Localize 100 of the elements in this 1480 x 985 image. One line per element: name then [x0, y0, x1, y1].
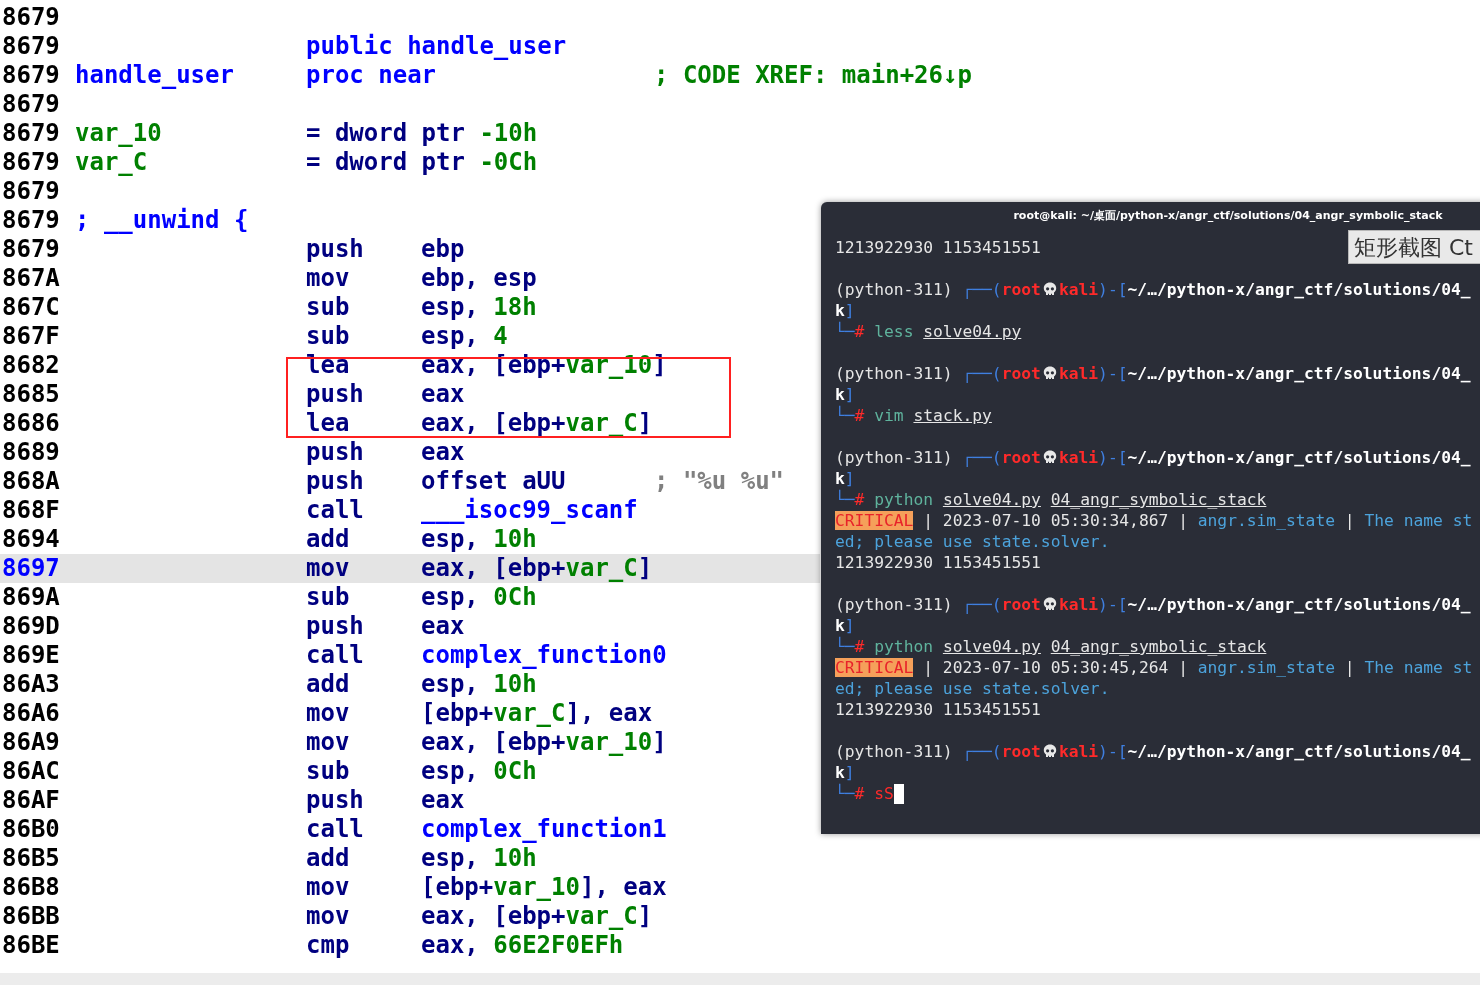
operand: ebp, esp: [421, 264, 537, 292]
operand: ebp: [421, 235, 465, 263]
line-address: 86BB: [2, 902, 60, 930]
operand: offset aUU: [421, 467, 566, 495]
operand: ___isoc99_scanf: [421, 496, 638, 524]
operand: esp, 4: [421, 322, 508, 350]
virtualenv-label: (python-311): [835, 279, 954, 300]
mnemonic: cmp: [306, 931, 350, 959]
operand: esp, 18h: [421, 293, 537, 321]
command-line: └─# less solve04.py: [835, 321, 1022, 342]
operand: esp, 0Ch: [421, 757, 537, 785]
line-address: 8682: [2, 351, 60, 379]
mnemonic: mov: [306, 902, 350, 930]
mnemonic: call: [306, 641, 364, 669]
mnemonic: add: [306, 525, 350, 553]
line-address: 86B5: [2, 844, 60, 872]
line-address: 8679: [2, 177, 60, 205]
line-address: 869A: [2, 583, 60, 611]
command-line: └─# sS: [835, 783, 894, 804]
log-message: | 2023-07-10 05:30:45,264 | angr.sim_state | The name st: [922, 657, 1473, 678]
operand: eax, [ebp+var_C]: [421, 902, 653, 930]
virtualenv-label: (python-311): [835, 594, 954, 615]
prompt-path: kali)-[~/…/python-x/angr_ctf/solutions/04_: [1058, 741, 1471, 762]
line-address: 869D: [2, 612, 60, 640]
prompt-path: kali)-[~/…/python-x/angr_ctf/solutions/04_: [1058, 363, 1471, 384]
operand: [ebp+var_10], eax: [421, 873, 667, 901]
line-address: 86BE: [2, 931, 60, 959]
mnemonic: mov: [306, 728, 350, 756]
line-address: 8679: [2, 3, 60, 31]
prompt-path: kali)-[~/…/python-x/angr_ctf/solutions/04_: [1058, 447, 1471, 468]
code-label: ; __unwind {: [75, 206, 249, 234]
mnemonic: mov: [306, 554, 350, 582]
operand: complex_function1: [421, 815, 667, 843]
line-address: 8679: [2, 235, 60, 263]
selected-row[interactable]: 8697 mov eax, [ebp+var_C]: [0, 554, 820, 583]
line-address: 868A: [2, 467, 60, 495]
skull-icon: [1042, 597, 1057, 612]
line-address: 8679: [2, 90, 60, 118]
line-address: 86A6: [2, 699, 60, 727]
operand: eax, [ebp+var_C]: [421, 554, 653, 582]
code-label: var_C: [75, 148, 148, 176]
prompt-path: k]: [835, 615, 855, 636]
prompt-user: ┌──(root: [962, 363, 1041, 384]
line-address: 8679: [2, 32, 60, 60]
output-line: 1213922930 1153451551: [835, 552, 1041, 573]
log-message: | 2023-07-10 05:30:34,867 | angr.sim_state | The name st: [922, 510, 1473, 531]
operand: eax: [421, 438, 465, 466]
operand: eax, 66E2F0EFh: [421, 931, 624, 959]
line-address: 868F: [2, 496, 60, 524]
prompt-path: k]: [835, 300, 855, 321]
terminal-title: root@kali: ~/桌面/python-x/angr_ctf/solutions/04_angr_symbolic_stack: [1013, 207, 1443, 224]
line-address: 86A3: [2, 670, 60, 698]
operand: esp, 0Ch: [421, 583, 537, 611]
comment: ; CODE XREF: main+26↓p: [654, 61, 972, 90]
operand: eax: [421, 380, 465, 408]
tooltip: 矩形截图 Ct: [1348, 230, 1480, 264]
directive: proc near: [306, 61, 437, 89]
line-address: 8697: [2, 554, 60, 582]
log-level-badge: CRITICAL: [835, 658, 914, 677]
line-address: 867C: [2, 293, 60, 321]
output-line: 1213922930 1153451551: [835, 237, 1041, 258]
prompt-path: kali)-[~/…/python-x/angr_ctf/solutions/04_: [1058, 279, 1471, 300]
line-address: 8689: [2, 438, 60, 466]
log-level-badge: CRITICAL: [835, 511, 914, 530]
operand: eax, [ebp+var_C]: [421, 409, 653, 437]
comment: ; "%u %u": [654, 467, 785, 496]
mnemonic: sub: [306, 293, 350, 321]
line-address: 8694: [2, 525, 60, 553]
line-address: 8679: [2, 119, 60, 147]
prompt-user: ┌──(root: [962, 594, 1041, 615]
mnemonic: sub: [306, 322, 350, 350]
operand: esp, 10h: [421, 525, 537, 553]
operand: [ebp+var_C], eax: [421, 699, 653, 727]
skull-icon: [1042, 744, 1057, 759]
line-address: 86AF: [2, 786, 60, 814]
line-address: 8679: [2, 148, 60, 176]
mnemonic: push: [306, 786, 364, 814]
command-line: └─# vim stack.py: [835, 405, 992, 426]
directive: public handle_user: [306, 32, 567, 60]
line-address: 867F: [2, 322, 60, 350]
mnemonic: lea: [306, 351, 350, 379]
prompt-path: kali)-[~/…/python-x/angr_ctf/solutions/04_: [1058, 594, 1471, 615]
log-message: ed; please use state.solver.: [835, 531, 1110, 552]
operand: complex_function0: [421, 641, 667, 669]
line-address: 86A9: [2, 728, 60, 756]
mnemonic: push: [306, 612, 364, 640]
directive: = dword ptr -10h: [306, 119, 538, 147]
code-label: var_10: [75, 119, 162, 147]
line-address: 8685: [2, 380, 60, 408]
skull-icon: [1042, 450, 1057, 465]
mnemonic: push: [306, 438, 364, 466]
prompt-path: k]: [835, 762, 855, 783]
directive: = dword ptr -0Ch: [306, 148, 538, 176]
line-address: 86B0: [2, 815, 60, 843]
operand: esp, 10h: [421, 844, 537, 872]
operand: eax, [ebp+var_10]: [421, 728, 667, 756]
mnemonic: call: [306, 496, 364, 524]
prompt-user: ┌──(root: [962, 741, 1041, 762]
line-address: 86AC: [2, 757, 60, 785]
skull-icon: [1042, 282, 1057, 297]
